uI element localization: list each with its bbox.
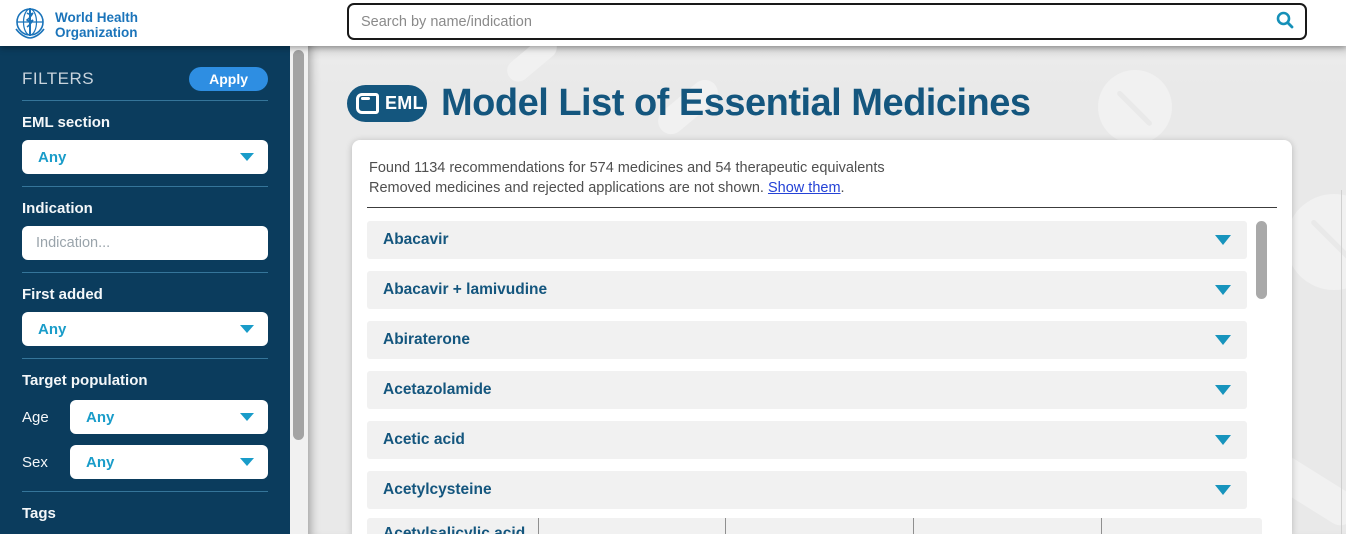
medicine-name: Abiraterone (383, 331, 470, 349)
who-logo-line2: Organization (55, 26, 138, 41)
page-title: Model List of Essential Medicines (441, 82, 1031, 125)
sidebar-divider (22, 272, 268, 273)
search-icon (1275, 10, 1295, 33)
age-value: Any (86, 409, 114, 426)
first-added-dropdown[interactable]: Any (22, 312, 268, 346)
search-bar (347, 3, 1307, 40)
medicine-name: Acetic acid (383, 431, 465, 449)
tablet-watermark (1098, 70, 1172, 144)
first-added-value: Any (38, 321, 66, 338)
apply-filters-button[interactable]: Apply (189, 67, 268, 91)
medicine-row[interactable]: Abacavir (367, 221, 1247, 259)
tablet-watermark (1286, 194, 1346, 290)
medicine-row[interactable]: Acetic acid (367, 421, 1247, 459)
medicine-row-partial[interactable]: Acetylsalicylic acid (367, 518, 1262, 534)
chevron-down-icon (240, 325, 254, 333)
who-logo[interactable]: World Health Organization (12, 5, 138, 46)
chevron-down-icon[interactable] (1215, 235, 1231, 245)
medicine-row[interactable]: Acetazolamide (367, 371, 1247, 409)
tags-label: Tags (22, 505, 268, 522)
column-divider (1101, 518, 1102, 534)
main-content: export EML Model List of Essential Medic… (308, 46, 1346, 534)
chevron-down-icon[interactable] (1215, 485, 1231, 495)
results-count-line: Found 1134 recommendations for 574 medic… (369, 159, 1275, 179)
sex-value: Any (86, 454, 114, 471)
first-added-label: First added (22, 286, 268, 303)
sentence-period: . (841, 180, 845, 196)
medicine-row[interactable]: Abiraterone (367, 321, 1247, 359)
top-header: World Health Organization (0, 0, 1346, 46)
medicine-name: Acetylsalicylic acid (383, 525, 525, 534)
medicine-name: Abacavir + lamivudine (383, 281, 547, 299)
sidebar-divider (22, 100, 268, 101)
removed-medicines-line: Removed medicines and rejected applicati… (369, 179, 1275, 199)
eml-capsule-icon (356, 93, 379, 114)
sex-dropdown[interactable]: Any (70, 445, 268, 479)
who-emblem-icon (12, 5, 48, 46)
results-summary: Found 1134 recommendations for 574 medic… (367, 140, 1277, 198)
chevron-down-icon (240, 153, 254, 161)
eml-badge-label: EML (385, 93, 424, 114)
chevron-down-icon[interactable] (1215, 435, 1231, 445)
who-logo-text: World Health Organization (55, 11, 138, 40)
indication-label: Indication (22, 200, 268, 217)
medicine-name: Abacavir (383, 231, 448, 249)
eml-section-dropdown[interactable]: Any (22, 140, 268, 174)
medicine-name: Acetazolamide (383, 381, 492, 399)
chevron-down-icon[interactable] (1215, 385, 1231, 395)
chevron-down-icon[interactable] (1215, 335, 1231, 345)
list-scrollbar-thumb[interactable] (1256, 221, 1267, 299)
medicine-row[interactable]: Acetylcysteine (367, 471, 1247, 509)
removed-medicines-text: Removed medicines and rejected applicati… (369, 180, 764, 196)
chevron-down-icon (240, 458, 254, 466)
filters-sidebar: FILTERS Apply EML section Any Indication… (0, 46, 290, 534)
window-scrollbar-track (1341, 190, 1342, 534)
target-population-label: Target population (22, 372, 268, 389)
search-input[interactable] (349, 14, 1265, 30)
age-dropdown[interactable]: Any (70, 400, 268, 434)
summary-divider (367, 207, 1277, 208)
sidebar-divider (22, 358, 268, 359)
sidebar-divider (22, 186, 268, 187)
show-them-link[interactable]: Show them (768, 180, 841, 196)
indication-input[interactable] (22, 226, 268, 260)
column-divider (538, 518, 539, 534)
sex-label: Sex (22, 454, 70, 471)
medicine-row[interactable]: Abacavir + lamivudine (367, 271, 1247, 309)
chevron-down-icon[interactable] (1215, 285, 1231, 295)
filters-title: FILTERS (22, 69, 94, 89)
results-card: Found 1134 recommendations for 574 medic… (352, 140, 1292, 534)
medicine-list: Abacavir Abacavir + lamivudine Abiratero… (367, 221, 1277, 509)
sidebar-scrollbar-thumb[interactable] (293, 50, 304, 440)
sidebar-divider (22, 491, 268, 492)
column-divider (725, 518, 726, 534)
sidebar-scrollbar-track[interactable] (290, 46, 308, 534)
age-label: Age (22, 409, 70, 426)
eml-section-label: EML section (22, 114, 268, 131)
medicine-name: Acetylcysteine (383, 481, 492, 499)
who-logo-line1: World Health (55, 11, 138, 26)
chevron-down-icon (240, 413, 254, 421)
eml-badge: EML (347, 85, 427, 122)
column-divider (913, 518, 914, 534)
search-button[interactable] (1265, 5, 1305, 38)
eml-section-value: Any (38, 149, 66, 166)
